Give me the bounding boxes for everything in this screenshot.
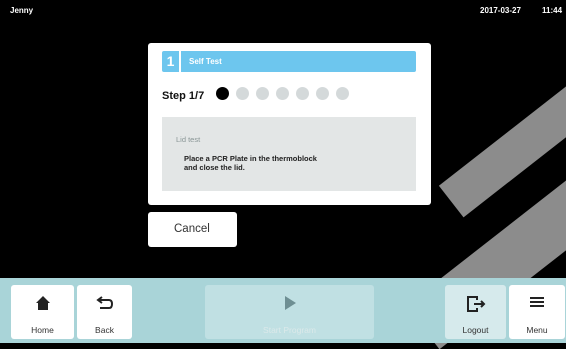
home-label: Home <box>31 325 54 335</box>
home-button[interactable]: Home <box>11 285 74 339</box>
status-bar: Jenny 2017-03-27 11:44 <box>0 0 566 22</box>
step-dot <box>296 87 309 100</box>
back-button[interactable]: Back <box>77 285 132 339</box>
instruction-text: Place a PCR Plate in the thermoblock and… <box>184 154 317 172</box>
logout-button[interactable]: Logout <box>445 285 506 339</box>
menu-button[interactable]: Menu <box>509 285 565 339</box>
instruction-title: Lid test <box>176 135 201 144</box>
cancel-label: Cancel <box>174 223 210 235</box>
dialog-title: Self Test <box>189 57 222 66</box>
step-dot-active <box>216 87 229 100</box>
step-dot <box>336 87 349 100</box>
step-dot <box>236 87 249 100</box>
status-date: 2017-03-27 <box>480 6 521 15</box>
dialog-title-bar: 1 Self Test <box>162 51 416 72</box>
menu-label: Menu <box>526 325 548 335</box>
step-label: Step 1/7 <box>162 90 205 102</box>
start-program-label: Start Program <box>263 325 316 335</box>
step-dot <box>316 87 329 100</box>
self-test-dialog: 1 Self Test Step 1/7 Lid test Place a PC… <box>148 43 431 205</box>
start-program-button[interactable]: Start Program <box>205 285 374 339</box>
user-name: Jenny <box>10 6 34 15</box>
cancel-button[interactable]: Cancel <box>148 212 237 247</box>
logout-icon <box>445 295 506 313</box>
step-dot <box>256 87 269 100</box>
status-time: 11:44 <box>542 6 563 15</box>
home-icon <box>11 295 74 313</box>
step-dot <box>276 87 289 100</box>
play-icon <box>205 295 374 313</box>
bottom-toolbar: Home Back Start Program Logout Menu <box>0 278 566 343</box>
back-label: Back <box>95 325 114 335</box>
back-arrow-icon <box>77 295 132 313</box>
step-number-badge: 1 <box>162 51 181 72</box>
hamburger-menu-icon <box>509 295 565 313</box>
logout-label: Logout <box>462 325 489 335</box>
instruction-box: Lid test Place a PCR Plate in the thermo… <box>162 117 416 191</box>
